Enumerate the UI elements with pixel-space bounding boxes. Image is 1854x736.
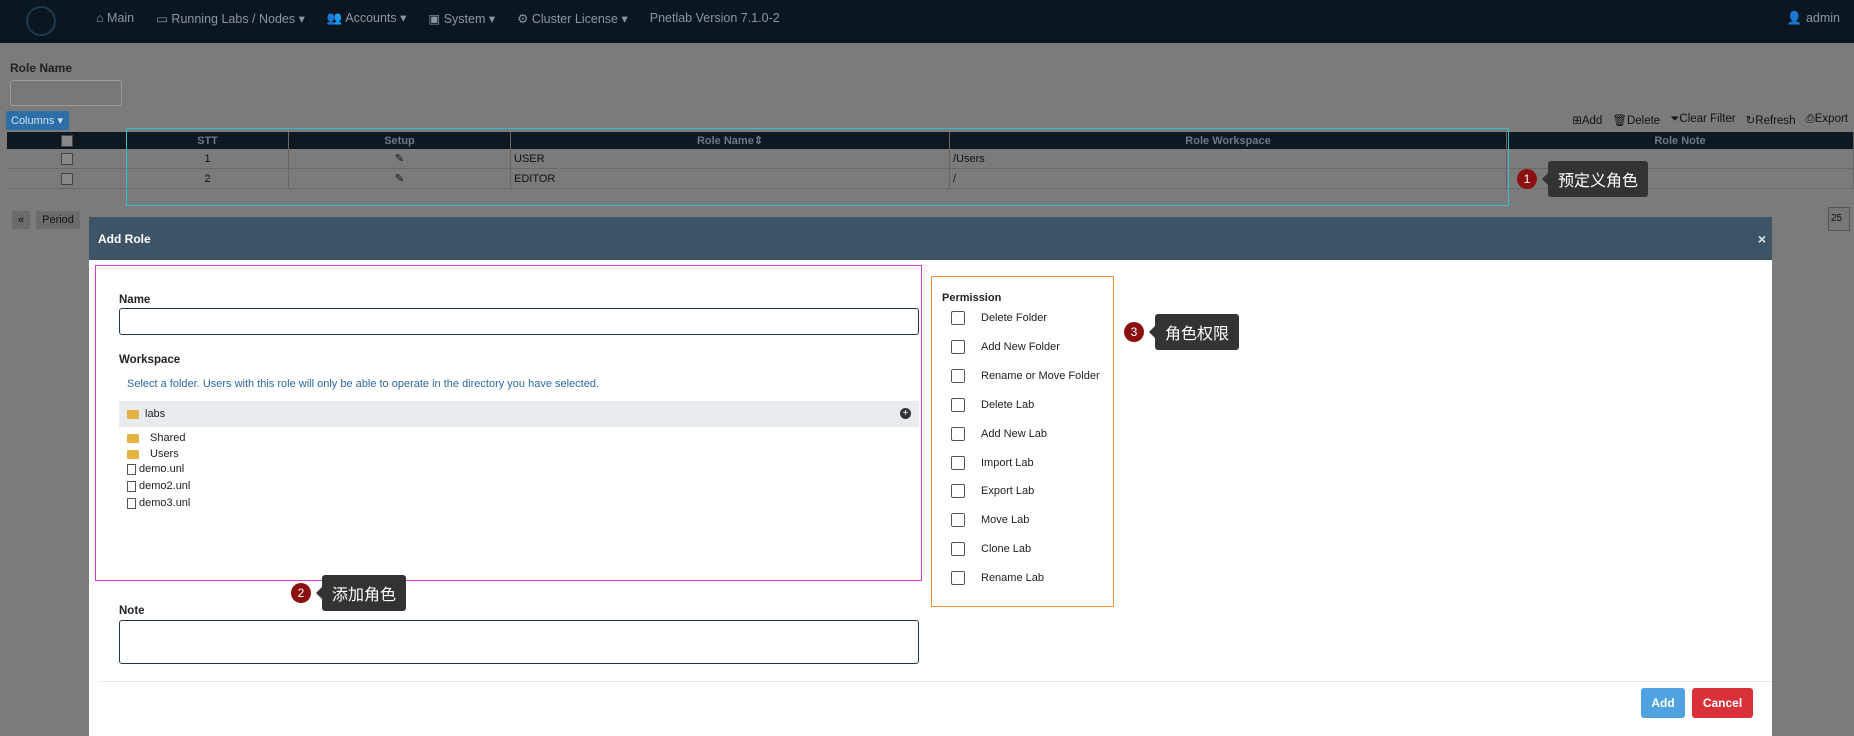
version-text: Pnetlab Version 7.1.0-2: [649, 11, 780, 25]
pagination: « Period: [12, 211, 80, 229]
note-textarea[interactable]: [119, 620, 919, 664]
first-page-button[interactable]: «: [12, 211, 31, 229]
gear-icon: ⚙: [517, 11, 532, 26]
callout-label: 角色权限: [1155, 314, 1240, 350]
users-icon: 👥: [326, 11, 346, 25]
highlight-permissions: [931, 276, 1114, 607]
note-label: Note: [119, 605, 145, 617]
caret-down-icon: ▾: [295, 11, 305, 26]
footer-divider: [101, 681, 1771, 682]
columns-button[interactable]: Columns ▾: [6, 111, 69, 130]
nav-item-running-labs[interactable]: ▭ Running Labs / Nodes ▾: [156, 11, 305, 26]
row-checkbox[interactable]: [7, 169, 127, 188]
monitor-icon: ▭: [156, 11, 172, 26]
nav-item-accounts[interactable]: 👥 Accounts ▾: [327, 10, 407, 26]
modal-title: Add Role: [98, 231, 151, 246]
callout-number: 3: [1124, 322, 1144, 342]
refresh-icon: ↻: [1745, 115, 1756, 127]
role-name-filter-label: Role Name: [10, 61, 73, 75]
nav-item-system[interactable]: ▣ System ▾: [428, 11, 495, 26]
callout-add-role: 2 添加角色: [291, 575, 407, 611]
home-icon: ⌂: [96, 11, 108, 25]
toolbar-refresh[interactable]: ↻Refresh: [1746, 113, 1796, 127]
highlight-predefined-roles: [126, 128, 1509, 206]
toolbar-add[interactable]: ⊞Add: [1572, 113, 1602, 127]
per-page-select[interactable]: 25: [1828, 207, 1850, 231]
period-button[interactable]: Period: [36, 211, 80, 229]
system-icon: ▣: [428, 11, 444, 26]
nav-menu: ⌂ Main ▭ Running Labs / Nodes ▾ 👥 Accoun…: [96, 0, 802, 36]
top-navbar: ⌂ Main ▭ Running Labs / Nodes ▾ 👥 Accoun…: [0, 0, 1854, 43]
add-button[interactable]: Add: [1641, 688, 1685, 718]
user-icon: 👤: [1786, 11, 1806, 25]
user-menu[interactable]: 👤 admin: [1787, 11, 1840, 26]
callout-role-permissions: 3 角色权限: [1124, 314, 1240, 350]
nav-item-cluster-license[interactable]: ⚙ Cluster License ▾: [517, 11, 628, 26]
grid-toolbar: ⊞Add 🗑Delete ⏷Clear Filter ↻Refresh ⎙Exp…: [1572, 113, 1848, 127]
row-checkbox[interactable]: [7, 149, 127, 168]
callout-label: 预定义角色: [1548, 161, 1649, 197]
toolbar-delete[interactable]: 🗑Delete: [1612, 113, 1660, 127]
caret-down-icon: ▾: [617, 11, 628, 26]
nav-item-main[interactable]: ⌂ Main: [96, 11, 134, 25]
select-all-checkbox[interactable]: [7, 132, 127, 149]
callout-predefined-roles: 1 预定义角色: [1517, 161, 1649, 197]
logo-icon[interactable]: [26, 6, 56, 36]
header-role-note[interactable]: Role Note: [1507, 132, 1854, 149]
trash-icon: 🗑: [1612, 115, 1627, 127]
role-name-filter-input[interactable]: [10, 80, 122, 106]
cancel-button[interactable]: Cancel: [1692, 688, 1753, 718]
callout-number: 2: [291, 583, 311, 603]
callout-number: 1: [1517, 169, 1537, 189]
modal-header: Add Role ×: [89, 217, 1772, 260]
caret-down-icon: ▾: [485, 11, 496, 26]
plus-icon: ⊞: [1572, 115, 1582, 127]
close-icon[interactable]: ×: [1758, 231, 1766, 247]
toolbar-clear-filter[interactable]: ⏷Clear Filter: [1670, 113, 1735, 127]
caret-down-icon: ▾: [396, 11, 407, 25]
export-icon: ⎙: [1805, 113, 1815, 125]
callout-label: 添加角色: [322, 575, 407, 611]
filter-icon: ⏷: [1670, 113, 1680, 125]
highlight-add-role: [95, 265, 922, 581]
toolbar-export[interactable]: ⎙Export: [1806, 113, 1848, 127]
